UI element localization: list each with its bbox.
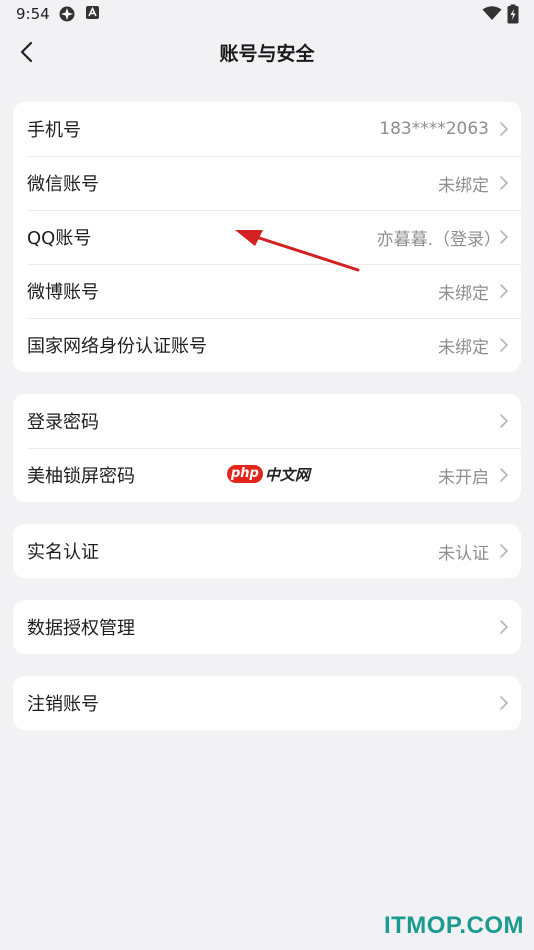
status-bar: 9:54: [0, 0, 534, 30]
chevron-right-icon: [500, 230, 509, 244]
row-login-password[interactable]: 登录密码: [13, 394, 521, 448]
row-label: 数据授权管理: [27, 618, 135, 639]
row-value: 未绑定: [438, 283, 489, 304]
row-label: 实名认证: [27, 542, 99, 563]
row-label: 注销账号: [27, 694, 99, 715]
row-weibo-account[interactable]: 微博账号 未绑定: [13, 264, 521, 318]
chevron-right-icon: [500, 468, 509, 482]
account-binding-card: 手机号 183****2063 微信账号 未绑定 QQ账号 亦暮暮.（登录） 微…: [13, 102, 521, 372]
status-time: 9:54: [16, 5, 50, 23]
row-cancel-account[interactable]: 注销账号: [13, 676, 521, 730]
nav-bar: 账号与安全: [0, 30, 534, 74]
chevron-right-icon: [500, 620, 509, 634]
site-logo: ITMOP.COM: [383, 912, 524, 939]
chevron-right-icon: [500, 176, 509, 190]
chevron-right-icon: [500, 284, 509, 298]
password-card: 登录密码 美柚锁屏密码 未开启: [13, 394, 521, 502]
row-data-authorization[interactable]: 数据授权管理: [13, 600, 521, 654]
a-notification-icon: [85, 5, 100, 24]
row-label: 微博账号: [27, 282, 99, 303]
row-real-name-auth[interactable]: 实名认证 未认证: [13, 524, 521, 578]
app-notification-icon: [58, 5, 76, 27]
row-value: 183****2063: [379, 119, 489, 139]
data-authorization-card: 数据授权管理: [13, 600, 521, 654]
wifi-icon: [482, 6, 502, 25]
battery-charging-icon: [507, 4, 519, 28]
row-lock-screen-password[interactable]: 美柚锁屏密码 未开启: [13, 448, 521, 502]
row-label: 手机号: [27, 120, 81, 141]
row-value: 亦暮暮.（登录）: [376, 229, 501, 250]
row-label: 美柚锁屏密码: [27, 466, 135, 487]
chevron-right-icon: [500, 544, 509, 558]
chevron-right-icon: [500, 696, 509, 710]
chevron-right-icon: [500, 338, 509, 352]
row-label: 国家网络身份认证账号: [27, 336, 207, 357]
chevron-right-icon: [500, 414, 509, 428]
row-value: 未绑定: [438, 175, 489, 196]
cancel-account-card: 注销账号: [13, 676, 521, 730]
row-label: 登录密码: [27, 412, 99, 433]
page-title: 账号与安全: [219, 43, 315, 65]
row-qq-account[interactable]: QQ账号 亦暮暮.（登录）: [13, 210, 521, 264]
row-wechat-account[interactable]: 微信账号 未绑定: [13, 156, 521, 210]
chevron-right-icon: [500, 122, 509, 136]
row-phone[interactable]: 手机号 183****2063: [13, 102, 521, 156]
row-value: 未绑定: [438, 337, 489, 358]
row-national-id-account[interactable]: 国家网络身份认证账号 未绑定: [13, 318, 521, 372]
row-value: 未认证: [438, 543, 489, 564]
row-value: 未开启: [438, 467, 489, 488]
real-name-card: 实名认证 未认证: [13, 524, 521, 578]
row-label: QQ账号: [27, 228, 92, 249]
row-label: 微信账号: [27, 174, 99, 195]
